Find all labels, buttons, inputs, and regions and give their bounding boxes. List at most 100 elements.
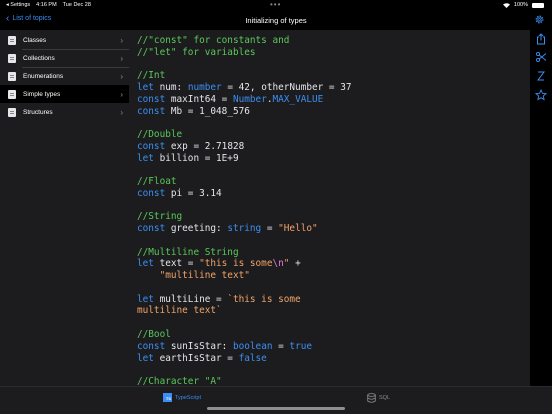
database-icon (367, 393, 376, 403)
code-token: sunIsStar: (170, 340, 233, 352)
chevron-right-icon: › (120, 107, 123, 117)
gear-icon[interactable] (534, 14, 545, 25)
code-token: exp = 2.71828 (170, 140, 245, 152)
code-token: string (227, 223, 262, 235)
code-line: multiline text` (137, 305, 222, 316)
code-token: "multiline text" (159, 270, 250, 282)
code-line: let earthIsStar = false (137, 353, 267, 364)
code-token: const (137, 105, 171, 117)
code-token: const (137, 140, 171, 152)
page-title: Initializing of types (245, 16, 307, 25)
sidebar: Classes › Collections › Enumerations › S… (0, 30, 129, 386)
code-token: //"let" for variables (137, 46, 256, 58)
code-token: = 42, otherNumber = 37 (221, 82, 352, 94)
code-token: //Multiline String (137, 246, 239, 258)
sidebar-item-classes[interactable]: Classes › (0, 31, 129, 49)
chevron-right-icon: › (120, 35, 123, 45)
code-token: let (137, 293, 160, 305)
code-token: \n (272, 258, 284, 270)
sort-icon[interactable] (535, 70, 547, 82)
code-line: const pi = 3.14 (137, 188, 222, 199)
code-editor[interactable]: //"const" for constants and//"let" for v… (129, 30, 530, 386)
code-token: "this is some (199, 258, 273, 270)
multitasking-dots-icon[interactable]: ••• (270, 0, 281, 9)
code-token: //"const" for constants and (137, 35, 290, 46)
document-icon (8, 35, 16, 45)
tab-bar: TS TypeScript SQL (0, 386, 552, 414)
home-indicator[interactable] (207, 407, 345, 410)
status-back-app[interactable]: ◂ Settings (6, 2, 30, 8)
code-line: //"const" for constants and (137, 35, 289, 46)
code-token: multiline text` (137, 305, 222, 317)
code-token: earthIsStar = (159, 352, 239, 364)
code-line: //Bool (137, 329, 171, 340)
chevron-right-icon: › (120, 71, 123, 81)
battery-icon (532, 2, 544, 8)
code-line: let billion = 1E+9 (137, 153, 239, 164)
code-token: //Float (137, 176, 177, 188)
code-token: maxInt64 = (170, 93, 233, 105)
code-line: const greeting: string = "Hello" (137, 223, 318, 234)
status-time: 4:16 PM (36, 2, 57, 8)
document-icon (8, 71, 16, 81)
document-icon (8, 53, 16, 63)
sidebar-item-label: Collections (23, 54, 55, 62)
code-line: let num: number = 42, otherNumber = 37 (137, 82, 352, 93)
code-token: false (238, 352, 267, 364)
tab-label: SQL (379, 395, 391, 401)
code-token: const (137, 187, 171, 199)
code-line: //Character "A" (137, 376, 222, 386)
code-line: let multiLine = `this is some (137, 294, 301, 305)
code-line: //Double (137, 129, 182, 140)
code-token: const (137, 223, 171, 235)
code-token: = (272, 340, 290, 352)
code-token: MAX_VALUE (272, 93, 324, 105)
chevron-right-icon: › (120, 89, 123, 99)
code-token: = (261, 223, 279, 235)
code-token: `this is some (227, 293, 301, 305)
star-icon[interactable] (535, 89, 547, 101)
sidebar-item-structures[interactable]: Structures › (0, 103, 129, 121)
code-line: //"let" for variables (137, 47, 256, 58)
code-token: //Character "A" (137, 376, 222, 386)
code-line: let text = "this is some\n" + (137, 258, 301, 269)
wifi-icon (502, 2, 510, 8)
code-token: "Hello" (278, 223, 318, 235)
code-line: const Mb = 1_048_576 (137, 106, 250, 117)
code-token: const (137, 93, 171, 105)
editor-toolbar (530, 30, 552, 386)
code-line: const maxInt64 = Number.MAX_VALUE (137, 94, 323, 105)
share-icon[interactable] (535, 33, 547, 45)
code-token: //Int (137, 70, 166, 82)
sidebar-item-simple-types[interactable]: Simple types › (0, 85, 129, 103)
battery-percent: 100% (513, 2, 528, 8)
tab-sql[interactable]: SQL (367, 393, 390, 403)
code-token: //Bool (137, 329, 171, 340)
status-bar: ◂ Settings 4:16 PM Tue Dec 28 ••• 100% (0, 0, 552, 10)
code-token: greeting: (170, 223, 228, 235)
code-token: number (187, 82, 222, 94)
code-token: let (137, 152, 160, 164)
code-line: const sunIsStar: boolean = true (137, 341, 312, 352)
code-token: let (137, 82, 160, 94)
sidebar-item-collections[interactable]: Collections › (0, 49, 129, 67)
sidebar-item-label: Simple types (23, 90, 61, 98)
code-line: //Int (137, 70, 165, 81)
scissors-icon[interactable] (535, 51, 547, 63)
code-token: //Double (137, 129, 183, 141)
sidebar-item-label: Structures (23, 108, 53, 116)
chevron-right-icon: › (120, 53, 123, 63)
code-line: //String (137, 211, 182, 222)
code-line: "multiline text" (137, 270, 250, 281)
code-line: //Float (137, 176, 177, 187)
code-token: billion = 1E+9 (159, 152, 239, 164)
code-token: boolean (232, 340, 273, 352)
code-token: true (289, 340, 312, 352)
code-token: multiLine = (159, 293, 228, 305)
code-token: Mb = 1_048_576 (170, 105, 250, 117)
code-token: let (137, 352, 160, 364)
typescript-icon: TS (163, 393, 172, 402)
tab-typescript[interactable]: TS TypeScript (163, 393, 201, 402)
sidebar-item-enumerations[interactable]: Enumerations › (0, 67, 129, 85)
